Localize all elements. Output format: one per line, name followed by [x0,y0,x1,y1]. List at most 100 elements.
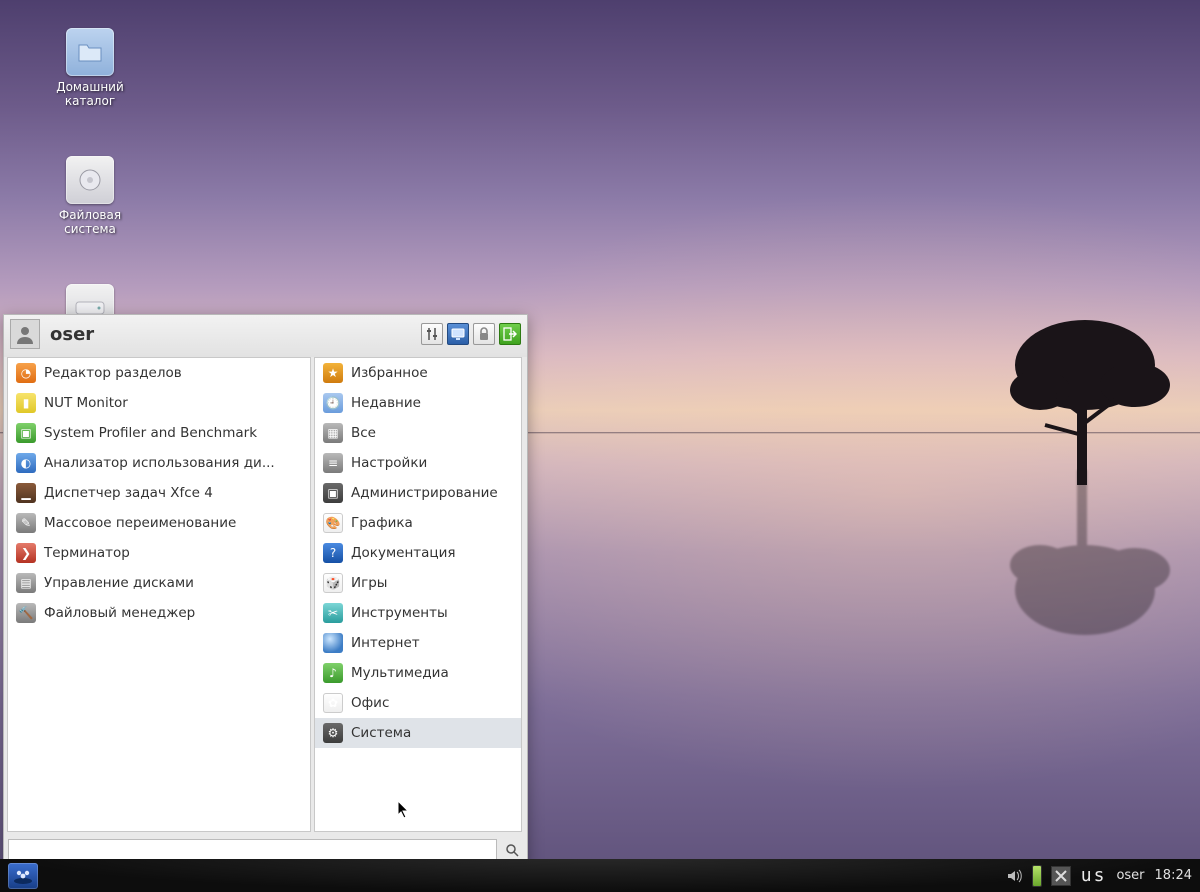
menu-body: ◔Редактор разделов ▮ NUT Monitor ▣ System … [4,357,527,835]
lock-button[interactable] [473,323,495,345]
start-menu-icon [13,868,33,884]
globe-icon [323,633,343,653]
desktop-icon-filesystem[interactable]: Файловая система [40,156,140,236]
music-icon: ♪ [323,663,343,683]
taskbar-clock[interactable]: 18:24 [1155,868,1192,883]
menu-header-buttons [421,323,521,345]
cat-item-system[interactable]: ⚙ Система [315,718,521,748]
app-item-label: Файловый менеджер [44,605,195,621]
menu-applications-column: ◔Редактор разделов ▮ NUT Monitor ▣ System … [7,357,311,832]
clock-icon: 🕘 [323,393,343,413]
palette-icon: 🎨 [323,513,343,533]
cat-item-graphics[interactable]: 🎨 Графика [315,508,521,538]
cat-item-office[interactable]: ✿ Офис [315,688,521,718]
battery-icon[interactable] [1033,866,1041,886]
grid-icon: ▦ [323,423,343,443]
update-manager-icon[interactable] [1051,866,1071,886]
cat-item-label: Документация [351,545,456,561]
monitor-icon [451,328,465,340]
rename-icon: ✎ [16,513,36,533]
app-item-system-profiler[interactable]: ▣ System Profiler and Benchmark [8,418,310,448]
app-item-label: System Profiler and Benchmark [44,425,257,441]
logout-button[interactable] [499,323,521,345]
wallpaper-tree-reflection [985,470,1185,660]
folder-icon [66,28,114,76]
search-input[interactable] [8,839,497,861]
app-item-bulk-rename[interactable]: ✎Массовое переименование [8,508,310,538]
desktop-icon-home[interactable]: Домашний каталог [40,28,140,108]
cat-item-label: Интернет [351,635,420,651]
app-item-disk-analyzer[interactable]: ◐ Анализатор использования ди... [8,448,310,478]
office-icon: ✿ [323,693,343,713]
app-item-file-manager[interactable]: 🔨 Файловый менеджер [8,598,310,628]
cat-item-administration[interactable]: ▣ Администрирование [315,478,521,508]
app-item-label: Диспетчер задач Xfce 4 [44,485,213,501]
menu-header: oser [4,315,527,357]
app-item-disk-management[interactable]: ▤ Управление дисками [8,568,310,598]
app-item-label: Управление дисками [44,575,194,591]
display-button[interactable] [447,323,469,345]
tools-icon: ✂ [323,603,343,623]
chip-icon: ▣ [16,423,36,443]
app-item-nut-monitor[interactable]: ▮ NUT Monitor [8,388,310,418]
cat-item-label: Система [351,725,411,741]
username-label: oser [50,324,94,345]
shield-icon: ▣ [323,483,343,503]
cat-item-label: Мультимедиа [351,665,449,681]
menu-categories-column: ★ Избранное 🕘 Недавние ▦ Все ≡ Настройки ▣ Ад… [314,357,522,832]
desktop-icon-label: Файловая система [40,208,140,236]
app-item-partition-editor[interactable]: ◔Редактор разделов [8,358,310,388]
cat-item-label: Избранное [351,365,428,381]
volume-icon[interactable] [1005,867,1023,885]
cat-item-internet[interactable]: Интернет [315,628,521,658]
app-item-task-manager[interactable]: ▁ Диспетчер задач Xfce 4 [8,478,310,508]
disk-icon [66,156,114,204]
cat-item-games[interactable]: 🎲Игры [315,568,521,598]
cat-item-multimedia[interactable]: ♪ Мультимедиа [315,658,521,688]
dice-icon: 🎲 [323,573,343,593]
app-item-terminator[interactable]: ❯ Терминатор [8,538,310,568]
desktop[interactable]: Домашний каталог Файловая система oser [0,0,1200,892]
app-item-label: Анализатор использования ди... [44,455,275,471]
start-menu-button[interactable] [8,863,38,889]
avatar-icon [10,319,40,349]
cat-item-all[interactable]: ▦ Все [315,418,521,448]
app-item-label: NUT Monitor [44,395,128,411]
cat-item-documentation[interactable]: ? Документация [315,538,521,568]
app-item-label: Терминатор [44,545,130,561]
hammer-icon: 🔨 [16,603,36,623]
cat-item-tools[interactable]: ✂ Инструменты [315,598,521,628]
star-icon: ★ [323,363,343,383]
cat-item-label: Все [351,425,376,441]
taskbar-right: us oser 18:24 [1005,865,1192,886]
gear-icon: ⚙ [323,723,343,743]
pie-icon: ◐ [16,453,36,473]
chart-icon: ▁ [16,483,36,503]
terminal-icon: ❯ [16,543,36,563]
taskbar-user-label[interactable]: oser [1116,868,1144,883]
cat-item-favorites[interactable]: ★ Избранное [315,358,521,388]
cat-item-label: Администрирование [351,485,498,501]
sliders-icon [425,327,439,341]
lock-icon [478,327,490,341]
exit-icon [503,327,517,341]
settings-button[interactable] [421,323,443,345]
desktop-icon-label: Домашний каталог [40,80,140,108]
cat-item-label: Настройки [351,455,427,471]
help-icon: ? [323,543,343,563]
sliders-icon: ≡ [323,453,343,473]
app-item-label: Редактор разделов [44,365,182,381]
search-icon [501,839,523,861]
cat-item-label: Недавние [351,395,421,411]
cat-item-settings[interactable]: ≡ Настройки [315,448,521,478]
cat-item-recent[interactable]: 🕘 Недавние [315,388,521,418]
disk-icon: ▤ [16,573,36,593]
keyboard-layout-indicator[interactable]: us [1081,865,1107,886]
battery-icon: ▮ [16,393,36,413]
cat-item-label: Инструменты [351,605,448,621]
wallpaper-tree [985,295,1185,485]
cat-item-label: Графика [351,515,413,531]
menu-user: oser [10,319,94,349]
cat-item-label: Офис [351,695,389,711]
taskbar: us oser 18:24 [0,859,1200,892]
